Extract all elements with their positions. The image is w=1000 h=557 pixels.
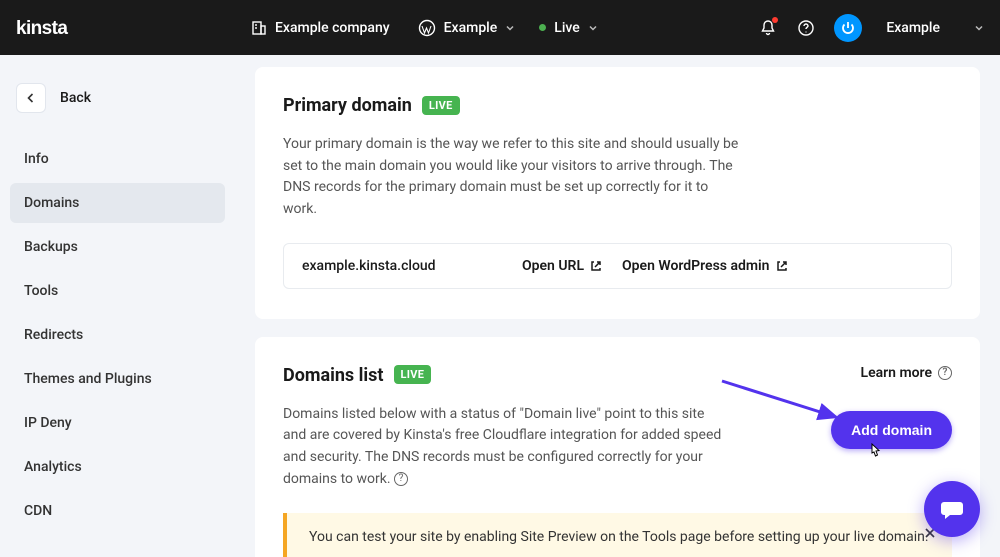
sidebar-item-cdn[interactable]: CDN [10, 491, 225, 531]
external-link-icon [590, 260, 602, 272]
user-name: Example [886, 20, 940, 36]
wordpress-icon [418, 19, 436, 37]
domains-list-card: Domains list LIVE Learn more ? Domains l… [255, 337, 980, 557]
chat-widget-button[interactable] [924, 481, 980, 537]
main-content: Primary domain LIVE Your primary domain … [235, 55, 1000, 557]
sidebar-item-backups[interactable]: Backups [10, 227, 225, 267]
company-name: Example company [275, 20, 390, 36]
note-text: You can test your site by enabling Site … [309, 529, 929, 545]
help-button[interactable] [796, 18, 816, 38]
site-name: Example [444, 20, 498, 36]
primary-domain-description: Your primary domain is the way we refer … [283, 134, 743, 221]
chevron-down-icon [505, 23, 515, 33]
question-circle-icon [797, 19, 815, 37]
chat-icon [938, 495, 966, 523]
power-icon [840, 20, 856, 36]
svg-text:kinsta: kinsta [16, 18, 68, 39]
environment-label: Live [554, 20, 579, 36]
primary-domain-row: example.kinsta.cloud Open URL Open WordP… [283, 243, 952, 289]
primary-domain-value: example.kinsta.cloud [302, 258, 502, 274]
chevron-down-icon [588, 23, 598, 33]
sidebar-item-tools[interactable]: Tools [10, 271, 225, 311]
external-link-icon [776, 260, 788, 272]
sidebar-item-redirects[interactable]: Redirects [10, 315, 225, 355]
sidebar-item-domains[interactable]: Domains [10, 183, 225, 223]
notifications-button[interactable] [758, 18, 778, 38]
live-badge: LIVE [422, 96, 460, 115]
building-icon [251, 20, 267, 36]
status-dot-icon [539, 24, 546, 31]
domains-list-title: Domains list [283, 365, 384, 386]
primary-domain-title: Primary domain [283, 95, 412, 116]
back-label: Back [60, 90, 91, 106]
primary-domain-card: Primary domain LIVE Your primary domain … [255, 67, 980, 319]
site-selector[interactable]: Example [418, 19, 516, 37]
add-domain-button[interactable]: Add domain [831, 411, 952, 449]
back-button[interactable]: Back [10, 83, 225, 113]
sidebar-item-ip-deny[interactable]: IP Deny [10, 403, 225, 443]
open-url-link[interactable]: Open URL [522, 258, 602, 274]
open-wordpress-admin-link[interactable]: Open WordPress admin [622, 258, 787, 274]
arrow-left-icon [24, 91, 38, 105]
learn-more-link[interactable]: Learn more ? [861, 365, 952, 381]
power-button[interactable] [834, 14, 862, 42]
company-selector[interactable]: Example company [251, 20, 390, 36]
question-circle-icon: ? [394, 472, 408, 486]
sidebar-item-info[interactable]: Info [10, 139, 225, 179]
kinsta-logo[interactable]: kinsta [16, 17, 106, 39]
top-header: kinsta Example company Example Live Exam… [0, 0, 1000, 55]
back-arrow-box [16, 83, 46, 113]
question-circle-icon: ? [938, 366, 952, 380]
user-menu[interactable]: Example [886, 20, 984, 36]
chevron-down-icon [974, 23, 984, 33]
site-preview-note: You can test your site by enabling Site … [283, 513, 952, 557]
domains-list-description: Domains listed below with a status of "D… [283, 404, 728, 491]
environment-selector[interactable]: Live [539, 20, 597, 36]
sidebar-item-analytics[interactable]: Analytics [10, 447, 225, 487]
notification-badge [772, 17, 778, 23]
sidebar: Back Info Domains Backups Tools Redirect… [0, 55, 235, 557]
live-badge: LIVE [394, 365, 432, 384]
sidebar-item-themes-plugins[interactable]: Themes and Plugins [10, 359, 225, 399]
